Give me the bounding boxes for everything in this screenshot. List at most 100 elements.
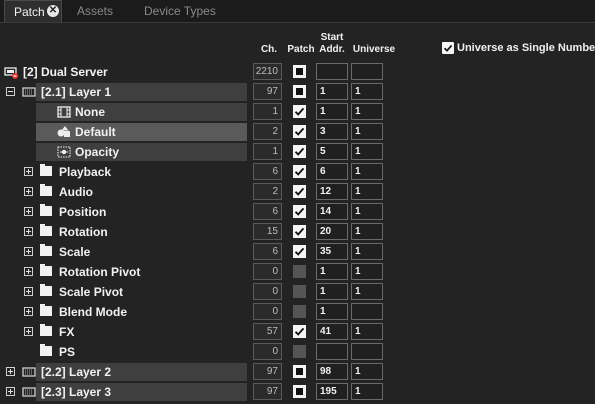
channel-count: 57 <box>253 323 282 340</box>
patch-checkbox[interactable] <box>293 145 306 158</box>
start-address-field[interactable]: 6 <box>316 163 348 180</box>
start-address-field[interactable]: 1 <box>316 103 348 120</box>
expand-icon[interactable] <box>24 267 33 276</box>
expand-icon[interactable] <box>24 187 33 196</box>
tree-row[interactable]: Scale Pivot 0 1 1 <box>0 282 595 302</box>
row-label: PS <box>59 345 76 359</box>
folder-icon <box>40 264 52 276</box>
patch-checkbox[interactable] <box>293 365 306 378</box>
start-address-field[interactable]: 98 <box>316 363 348 380</box>
expand-icon[interactable] <box>24 287 33 296</box>
tab-patch[interactable]: Patch ✕ <box>4 0 62 22</box>
tree-row[interactable]: Blend Mode 0 1 <box>0 302 595 322</box>
start-address-field[interactable]: 35 <box>316 243 348 260</box>
row-label: [2.2] Layer 2 <box>41 365 112 379</box>
tree-row[interactable]: [2.2] Layer 2 97 98 1 <box>0 362 595 382</box>
universe-field[interactable]: 1 <box>351 283 383 300</box>
start-address-field[interactable] <box>316 63 348 80</box>
tree-row[interactable]: Opacity 1 5 1 <box>0 142 595 162</box>
start-address-field[interactable]: 1 <box>316 283 348 300</box>
patch-checkbox[interactable] <box>293 305 306 318</box>
universe-field[interactable]: 1 <box>351 383 383 400</box>
tab-assets-label: Assets <box>77 4 114 18</box>
patch-checkbox[interactable] <box>293 245 306 258</box>
expand-icon[interactable] <box>24 307 33 316</box>
tab-bar: Patch ✕ Assets Device Types <box>0 0 595 23</box>
universe-field[interactable]: 1 <box>351 203 383 220</box>
tab-assets[interactable]: Assets <box>77 0 113 22</box>
patch-checkbox[interactable] <box>293 285 306 298</box>
channel-count: 6 <box>253 243 282 260</box>
tree-row[interactable]: Position 6 14 1 <box>0 202 595 222</box>
patch-checkbox[interactable] <box>293 345 306 358</box>
tab-device-types[interactable]: Device Types <box>144 0 216 22</box>
tree-row[interactable]: Rotation 15 20 1 <box>0 222 595 242</box>
start-address-field[interactable]: 195 <box>316 383 348 400</box>
tree-row[interactable]: Rotation Pivot 0 1 1 <box>0 262 595 282</box>
row-label: Audio <box>59 185 93 199</box>
tree-row[interactable]: Scale 6 35 1 <box>0 242 595 262</box>
patch-checkbox[interactable] <box>293 225 306 238</box>
expand-icon[interactable] <box>24 247 33 256</box>
universe-field[interactable]: 1 <box>351 103 383 120</box>
universe-field[interactable]: 1 <box>351 143 383 160</box>
start-address-field[interactable]: 14 <box>316 203 348 220</box>
expand-icon[interactable] <box>6 387 15 396</box>
universe-field[interactable]: 1 <box>351 163 383 180</box>
universe-field[interactable] <box>351 303 383 320</box>
patch-checkbox[interactable] <box>293 265 306 278</box>
universe-field[interactable]: 1 <box>351 183 383 200</box>
start-address-field[interactable]: 41 <box>316 323 348 340</box>
universe-field[interactable]: 1 <box>351 263 383 280</box>
expand-icon[interactable] <box>24 327 33 336</box>
tree-row[interactable]: Audio 2 12 1 <box>0 182 595 202</box>
tree-row[interactable]: [2.1] Layer 1 97 1 1 <box>0 82 595 102</box>
collapse-icon[interactable] <box>6 87 15 96</box>
tree-row[interactable]: Playback 6 6 1 <box>0 162 595 182</box>
universe-field[interactable]: 1 <box>351 123 383 140</box>
universe-field[interactable] <box>351 63 383 80</box>
channel-count: 2210 <box>253 63 282 80</box>
start-address-field[interactable]: 1 <box>316 83 348 100</box>
expand-icon[interactable] <box>24 167 33 176</box>
patch-checkbox[interactable] <box>293 325 306 338</box>
tab-device-types-label: Device Types <box>144 4 216 18</box>
start-address-field[interactable] <box>316 343 348 360</box>
universe-field[interactable]: 1 <box>351 83 383 100</box>
start-address-field[interactable]: 3 <box>316 123 348 140</box>
tree-row[interactable]: FX 57 41 1 <box>0 322 595 342</box>
channel-count: 1 <box>253 103 282 120</box>
tree-row[interactable]: None 1 1 1 <box>0 102 595 122</box>
start-address-field[interactable]: 5 <box>316 143 348 160</box>
patch-checkbox[interactable] <box>293 205 306 218</box>
start-address-field[interactable]: 12 <box>316 183 348 200</box>
start-address-field[interactable]: 1 <box>316 263 348 280</box>
tree-row[interactable]: Default 2 3 1 <box>0 122 595 142</box>
universe-field[interactable]: 1 <box>351 363 383 380</box>
universe-single-number-checkbox[interactable] <box>442 42 454 54</box>
patch-checkbox[interactable] <box>293 125 306 138</box>
row-label: Rotation <box>59 225 108 239</box>
universe-field[interactable]: 1 <box>351 223 383 240</box>
tree-row[interactable]: [2] Dual Server 2210 <box>0 62 595 82</box>
start-address-field[interactable]: 20 <box>316 223 348 240</box>
universe-field[interactable]: 1 <box>351 243 383 260</box>
header-patch: Patch <box>287 44 315 55</box>
tree-row[interactable]: PS 0 <box>0 342 595 362</box>
patch-checkbox[interactable] <box>293 385 306 398</box>
universe-field[interactable] <box>351 343 383 360</box>
patch-checkbox[interactable] <box>293 185 306 198</box>
patch-checkbox[interactable] <box>293 65 306 78</box>
expand-icon[interactable] <box>24 227 33 236</box>
expand-icon[interactable] <box>24 207 33 216</box>
patch-checkbox[interactable] <box>293 105 306 118</box>
start-address-field[interactable]: 1 <box>316 303 348 320</box>
row-label: Opacity <box>75 145 120 159</box>
universe-field[interactable]: 1 <box>351 323 383 340</box>
tree-row[interactable]: [2.3] Layer 3 97 195 1 <box>0 382 595 402</box>
close-icon[interactable]: ✕ <box>47 5 59 17</box>
expand-icon[interactable] <box>6 367 15 376</box>
folder-icon <box>40 164 52 176</box>
patch-checkbox[interactable] <box>293 85 306 98</box>
patch-checkbox[interactable] <box>293 165 306 178</box>
